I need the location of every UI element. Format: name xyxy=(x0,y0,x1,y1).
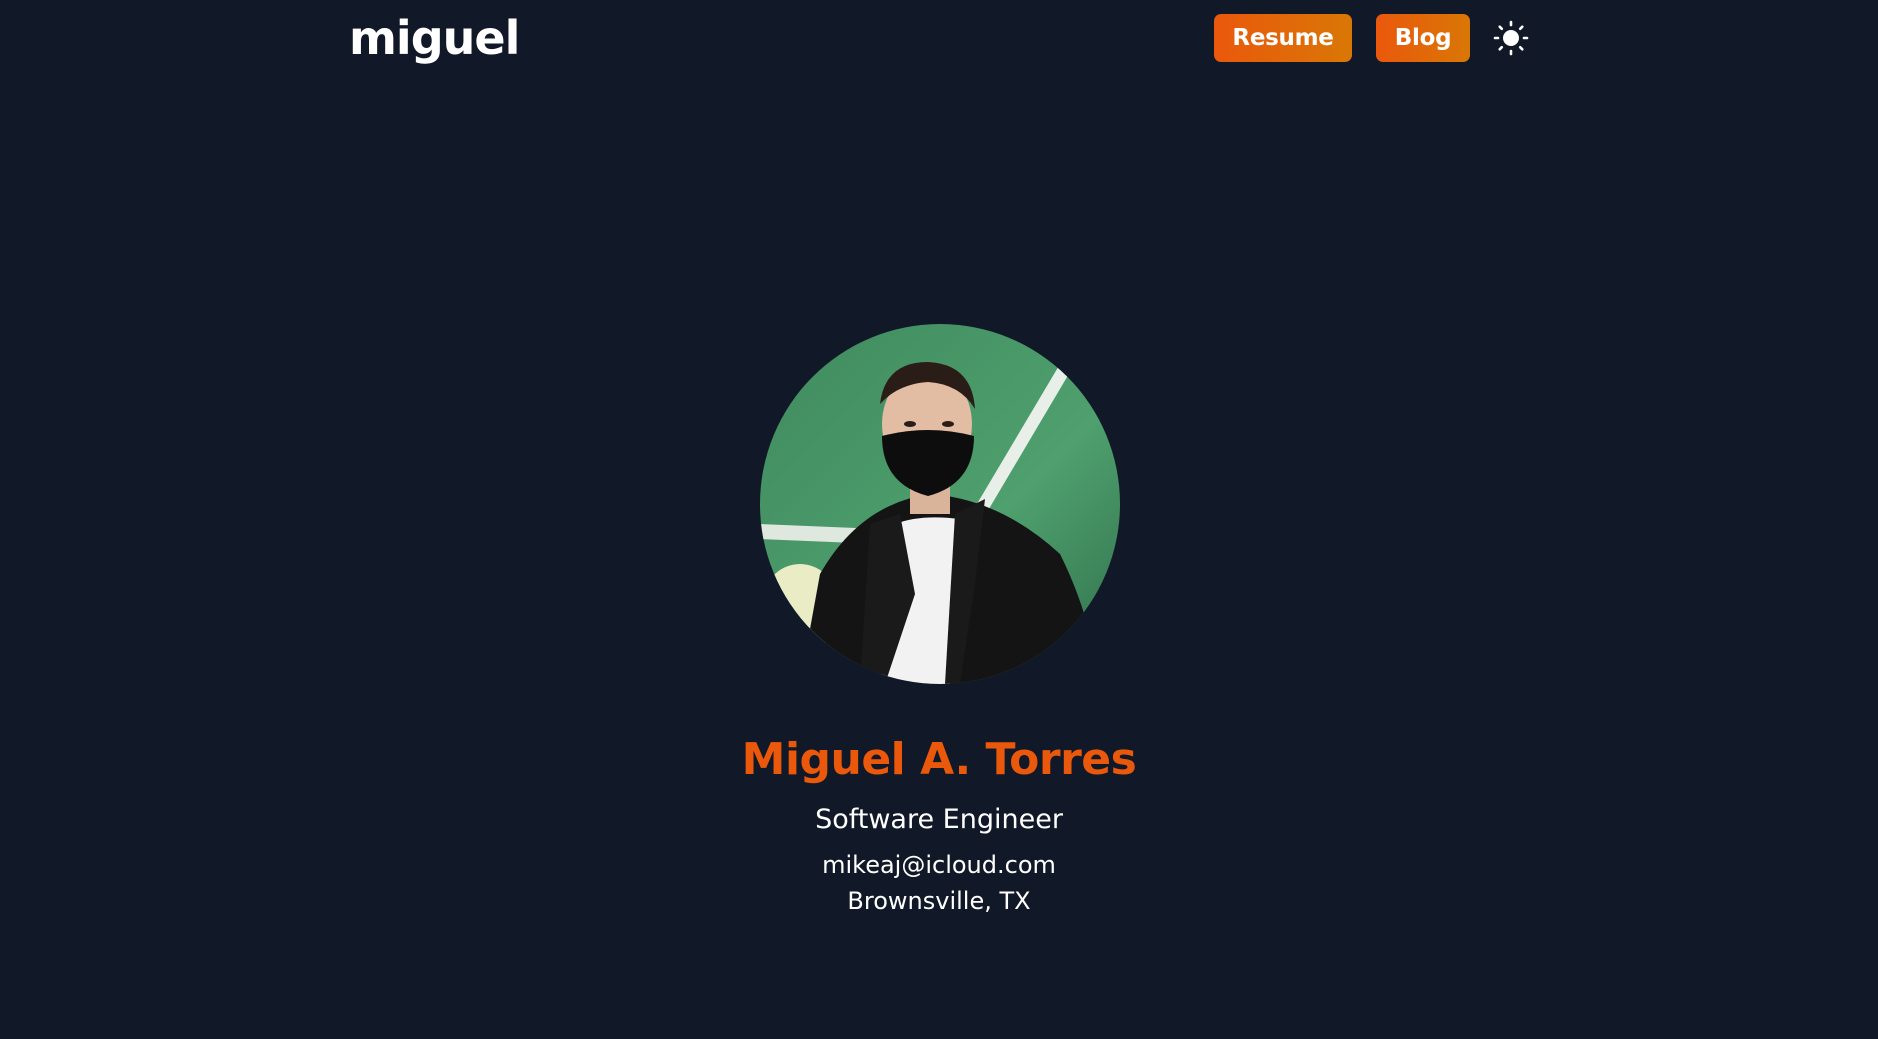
blog-button[interactable]: Blog xyxy=(1376,14,1470,62)
site-logo[interactable]: miguel xyxy=(349,10,520,66)
profile-photo xyxy=(760,324,1120,684)
profile-location: Brownsville, TX xyxy=(847,887,1031,915)
profile-role: Software Engineer xyxy=(815,804,1063,835)
page: miguel Resume Blog Miguel A. Torres Soft… xyxy=(0,0,1878,1039)
avatar-image xyxy=(760,324,1120,684)
profile-name: Miguel A. Torres xyxy=(741,734,1137,785)
sun-icon xyxy=(1493,20,1529,56)
resume-button[interactable]: Resume xyxy=(1214,14,1352,62)
site-header: miguel Resume Blog xyxy=(349,0,1529,78)
profile-email[interactable]: mikeaj@icloud.com xyxy=(0,848,1878,882)
theme-toggle-button[interactable] xyxy=(1493,20,1529,56)
